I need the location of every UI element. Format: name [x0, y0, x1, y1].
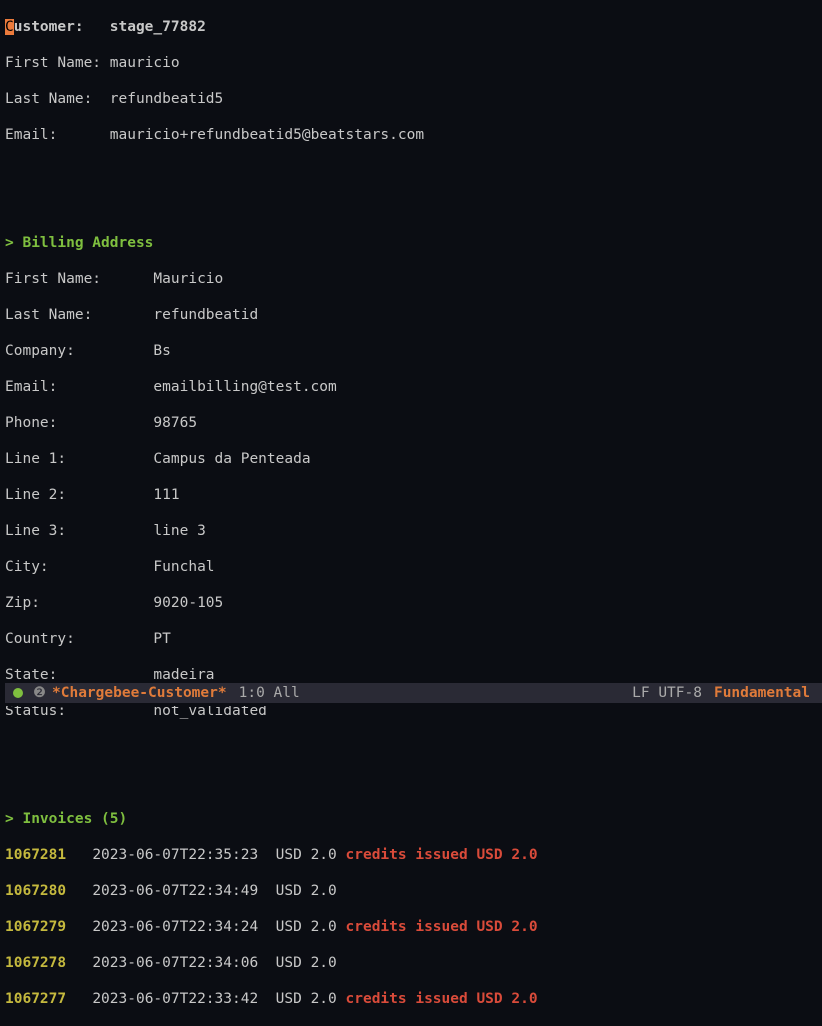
billing-last-name-label: Last Name:: [5, 307, 92, 323]
billing-last-name-line: Last Name: refundbeatid: [5, 306, 822, 324]
billing-country-line: Country: PT: [5, 630, 822, 648]
billing-phone-line: Phone: 98765: [5, 414, 822, 432]
invoice-credit: credits issued USD 2.0: [346, 847, 538, 863]
invoice-row: 1067277 2023-06-07T22:33:42 USD 2.0 cred…: [5, 990, 822, 1008]
billing-first-name-value: Mauricio: [153, 271, 223, 287]
billing-state-line: State: madeira: [5, 666, 822, 684]
invoice-row: 1067278 2023-06-07T22:34:06 USD 2.0: [5, 954, 822, 972]
billing-zip-line: Zip: 9020-105: [5, 594, 822, 612]
billing-line2-line: Line 2: 111: [5, 486, 822, 504]
billing-country-value: PT: [153, 631, 170, 647]
customer-label-rest: ustomer:: [14, 19, 110, 35]
invoice-ts: 2023-06-07T22:34:06: [92, 955, 258, 971]
invoice-amount: USD 2.0: [276, 919, 337, 935]
buffer-name: *Chargebee-Customer*: [52, 684, 227, 702]
billing-line3-value: line 3: [153, 523, 205, 539]
last-name-label: Last Name:: [5, 91, 92, 107]
billing-city-value: Funchal: [153, 559, 214, 575]
billing-zip-label: Zip:: [5, 595, 40, 611]
invoice-amount: USD 2.0: [276, 991, 337, 1007]
billing-section-header: > Billing Address: [5, 235, 153, 251]
modeline[interactable]: ❷ *Chargebee-Customer* 1:0 All LF UTF-8 …: [5, 683, 822, 703]
status-dot-icon: [13, 688, 23, 698]
cursor: C: [5, 19, 14, 35]
blank-line: [5, 738, 822, 756]
billing-phone-value: 98765: [153, 415, 197, 431]
invoice-row: 1067279 2023-06-07T22:34:24 USD 2.0 cred…: [5, 918, 822, 936]
invoice-ts: 2023-06-07T22:33:42: [92, 991, 258, 1007]
major-mode: Fundamental: [714, 684, 810, 702]
customer-header-line: Customer: stage_77882: [5, 18, 822, 36]
invoice-amount: USD 2.0: [276, 883, 337, 899]
invoices-section-header: > Invoices (5): [5, 811, 127, 827]
invoices-header-line: > Invoices (5): [5, 810, 822, 828]
customer-value: stage_77882: [110, 19, 206, 35]
invoice-row: 1067280 2023-06-07T22:34:49 USD 2.0: [5, 882, 822, 900]
last-name-line: Last Name: refundbeatid5: [5, 90, 822, 108]
billing-city-line: City: Funchal: [5, 558, 822, 576]
first-name-line: First Name: mauricio: [5, 54, 822, 72]
billing-line2-label: Line 2:: [5, 487, 66, 503]
buffer-content[interactable]: Customer: stage_77882 First Name: mauric…: [5, 0, 822, 1026]
invoice-id: 1067277: [5, 991, 66, 1007]
invoice-ts: 2023-06-07T22:34:49: [92, 883, 258, 899]
email-value: mauricio+refundbeatid5@beatstars.com: [110, 127, 424, 143]
billing-company-line: Company: Bs: [5, 342, 822, 360]
email-line: Email: mauricio+refundbeatid5@beatstars.…: [5, 126, 822, 144]
invoice-credit: credits issued USD 2.0: [346, 919, 538, 935]
invoice-credit: credits issued USD 2.0: [346, 991, 538, 1007]
billing-line3-line: Line 3: line 3: [5, 522, 822, 540]
billing-first-name-line: First Name: Mauricio: [5, 270, 822, 288]
billing-state-value: madeira: [153, 667, 214, 683]
billing-line1-value: Campus da Penteada: [153, 451, 310, 467]
billing-line1-line: Line 1: Campus da Penteada: [5, 450, 822, 468]
billing-header-line: > Billing Address: [5, 234, 822, 252]
first-name-value: mauricio: [110, 55, 180, 71]
billing-zip-value: 9020-105: [153, 595, 223, 611]
billing-line2-value: 111: [153, 487, 179, 503]
cursor-position: 1:0 All: [239, 684, 300, 702]
billing-company-label: Company:: [5, 343, 75, 359]
billing-state-label: State:: [5, 667, 57, 683]
billing-line3-label: Line 3:: [5, 523, 66, 539]
billing-country-label: Country:: [5, 631, 75, 647]
encoding: LF UTF-8: [632, 684, 702, 702]
billing-line1-label: Line 1:: [5, 451, 66, 467]
blank-line: [5, 774, 822, 792]
billing-company-value: Bs: [153, 343, 170, 359]
billing-email-line: Email: emailbilling@test.com: [5, 378, 822, 396]
modified-icon: ❷: [33, 684, 46, 702]
blank-line: [5, 162, 822, 180]
billing-first-name-label: First Name:: [5, 271, 101, 287]
invoice-id: 1067278: [5, 955, 66, 971]
billing-phone-label: Phone:: [5, 415, 57, 431]
invoice-amount: USD 2.0: [276, 847, 337, 863]
invoice-ts: 2023-06-07T22:35:23: [92, 847, 258, 863]
billing-city-label: City:: [5, 559, 49, 575]
first-name-label: First Name:: [5, 55, 101, 71]
invoice-id: 1067281: [5, 847, 66, 863]
invoice-id: 1067280: [5, 883, 66, 899]
invoice-ts: 2023-06-07T22:34:24: [92, 919, 258, 935]
last-name-value: refundbeatid5: [110, 91, 224, 107]
invoice-amount: USD 2.0: [276, 955, 337, 971]
blank-line: [5, 198, 822, 216]
billing-email-value: emailbilling@test.com: [153, 379, 336, 395]
invoice-row: 1067281 2023-06-07T22:35:23 USD 2.0 cred…: [5, 846, 822, 864]
billing-email-label: Email:: [5, 379, 57, 395]
billing-last-name-value: refundbeatid: [153, 307, 258, 323]
email-label: Email:: [5, 127, 57, 143]
invoice-id: 1067279: [5, 919, 66, 935]
